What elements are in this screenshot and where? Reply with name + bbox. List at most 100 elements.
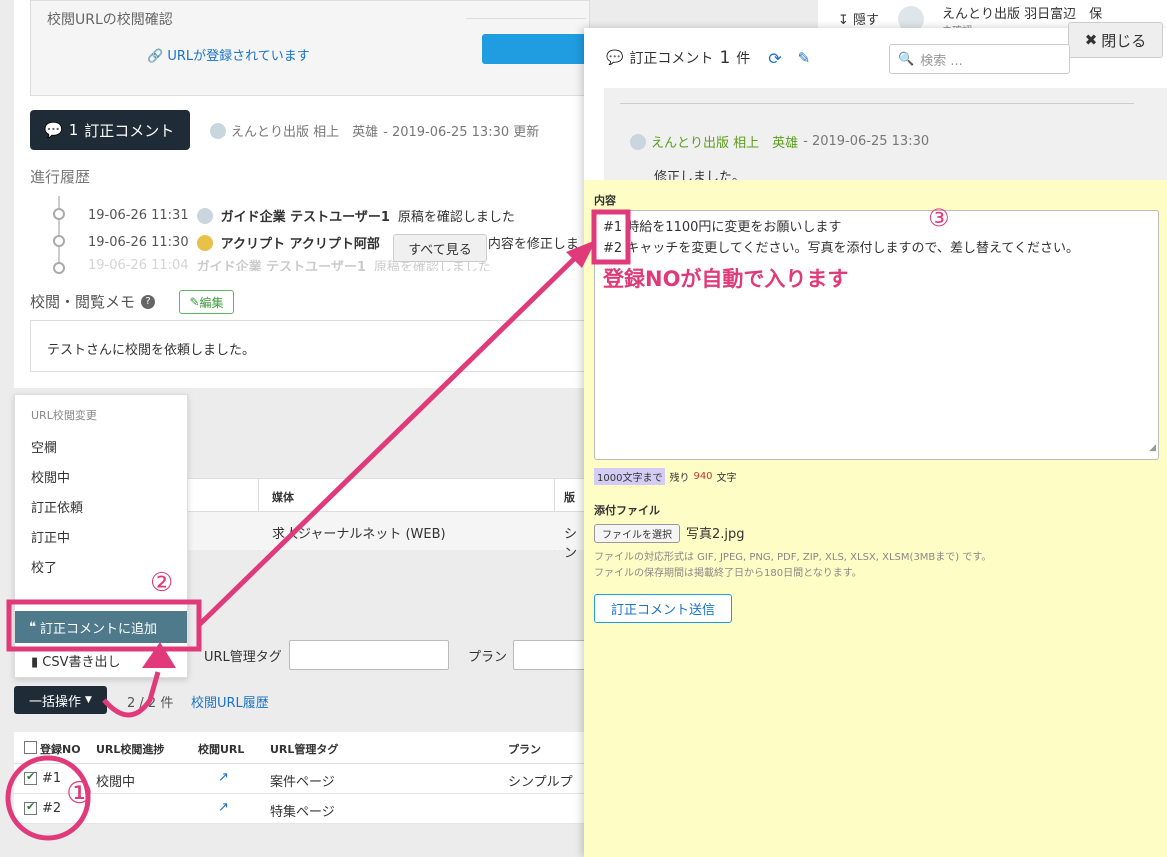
- drawer-count-unit: 件: [736, 51, 751, 67]
- timeline-dot: [53, 262, 65, 274]
- last-updated: えんとり出版 相上 英雄 - 2019-06-25 13:30 更新: [210, 121, 539, 140]
- menu-item-blank[interactable]: 空欄: [31, 437, 57, 456]
- file-name: 写真2.jpg: [686, 527, 745, 542]
- thread-divider: [620, 103, 1134, 104]
- memo-title-text: 校閲・閲覧メモ: [30, 293, 136, 311]
- search-icon: 🔍: [898, 51, 915, 67]
- menu-item-correction-request[interactable]: 訂正依頼: [31, 497, 83, 516]
- pencil-icon[interactable]: ✎: [798, 49, 811, 67]
- remaining-count: 940: [693, 471, 713, 482]
- column-header-tag: URL管理タグ: [270, 743, 339, 756]
- column-header-media: 媒体: [272, 491, 294, 504]
- timeline-dot: [53, 235, 65, 247]
- history-title: 進行履歴: [30, 168, 91, 186]
- updated-text: - 2019-06-25 13:30 更新: [383, 125, 540, 140]
- char-counter: 1000文字まで 残り 940 文字: [594, 468, 737, 485]
- file-format-note: ファイルの対応形式は GIF, JPEG, PNG, PDF, ZIP, XLS…: [594, 552, 992, 563]
- drawer-title: 💬 訂正コメント 1 件 ⟳ ✎: [606, 48, 810, 68]
- timeline-dot: [53, 208, 65, 220]
- row-checkbox[interactable]: [24, 770, 37, 785]
- help-icon[interactable]: ?: [141, 294, 156, 309]
- history-date: 19-06-26 11:30: [88, 235, 189, 250]
- row-tag: 特集ページ: [270, 805, 335, 820]
- history-user: ガイド企業 テストユーザー1: [220, 210, 390, 225]
- table-row: #1 校閲中 ↗ 案件ページ シンプルプラ: [14, 764, 584, 809]
- select-all-checkbox[interactable]: [24, 741, 37, 754]
- avatar-icon: [196, 234, 213, 251]
- external-link-icon[interactable]: ↗: [218, 800, 229, 815]
- hide-button[interactable]: ↧ 隠す: [838, 9, 879, 28]
- tag-filter-input[interactable]: [289, 640, 449, 670]
- menu-item-complete[interactable]: 校了: [31, 557, 57, 576]
- comment-content-textarea[interactable]: #1 時給を1100円に変更をお願いします #2 キャッチを変更してください。写…: [594, 210, 1159, 460]
- avatar-icon: [196, 207, 213, 224]
- comment-count: 1: [68, 121, 79, 139]
- resize-handle[interactable]: ◢: [1149, 438, 1156, 459]
- bulk-action-button[interactable]: 一括操作 ▼: [14, 686, 107, 714]
- caret-down-icon: ▼: [85, 695, 92, 705]
- comment-search-input[interactable]: 🔍 検索 ...: [889, 44, 1070, 74]
- csv-export-menu-item[interactable]: ▮ CSV書き出し: [31, 651, 121, 670]
- add-correction-comment-menu-item[interactable]: ❝ 訂正コメントに追加: [15, 611, 187, 643]
- send-comment-button[interactable]: 訂正コメント送信: [594, 594, 732, 623]
- memo-title: 校閲・閲覧メモ ?: [30, 291, 156, 312]
- speech-bubble-icon: 💬: [44, 121, 63, 139]
- memo-text: テストさんに校閲を依頼しました。: [30, 320, 590, 372]
- content-line: #1 時給を1100円に変更をお願いします: [603, 220, 842, 235]
- drawer-title-text: 訂正コメント: [629, 51, 714, 67]
- quote-icon: ❝: [29, 619, 36, 635]
- comment-text: 修正しました。: [654, 170, 746, 180]
- row-no: #1: [42, 771, 62, 786]
- close-label: 閉じる: [1101, 31, 1147, 50]
- history-date: 19-06-26 11:04: [88, 259, 189, 271]
- close-button[interactable]: ✖ 閉じる: [1068, 22, 1163, 58]
- divider-line: [466, 18, 586, 19]
- add-comment-label: 訂正コメントに追加: [40, 621, 158, 637]
- hide-label: 隠す: [853, 13, 880, 28]
- comment-meta: えんとり出版 相上 英雄 - 2019-06-25 13:30: [630, 132, 929, 151]
- annotation-number-1: ①: [66, 776, 93, 811]
- media-cell: 求人ジャーナルネット (WEB): [272, 527, 446, 542]
- annotation-text: 登録NOが自動で入ります: [603, 267, 849, 291]
- bulk-action-label: 一括操作: [29, 694, 82, 710]
- bulk-action-menu: URL校閲変更 空欄 校閲中 訂正依頼 訂正中 校了 ❝ 訂正コメントに追加 ▮ …: [14, 394, 188, 678]
- history-action: 原稿を確認しました: [397, 210, 515, 225]
- row-progress: 校閲中: [96, 775, 136, 790]
- top-user-name: えんとり出版 羽日富辺 保: [942, 7, 1103, 22]
- url-status-text: URLが登録されています: [167, 49, 310, 64]
- plan-filter-label: プラン: [468, 650, 508, 665]
- file-retention-note: ファイルの保存期間は掲載終了日から180日間となります。: [594, 568, 862, 579]
- pencil-icon: ✎: [189, 295, 200, 309]
- url-table-header: 登録NO URL校閲進捗 校閲URL URL管理タグ プラン: [14, 732, 584, 764]
- annotation-number-2: ②: [150, 568, 174, 598]
- plan-filter-input[interactable]: [513, 640, 593, 670]
- url-history-link[interactable]: 校閲URL履歴: [191, 692, 269, 711]
- result-count: 2 / 2 件: [127, 696, 174, 711]
- column-header-progress: URL校閲進捗: [96, 743, 165, 756]
- row-checkbox[interactable]: [24, 800, 37, 815]
- refresh-icon[interactable]: ⟳: [768, 49, 781, 68]
- memo-edit-button[interactable]: ✎ 編集: [179, 290, 234, 314]
- drawer-count: 1: [719, 48, 731, 68]
- updated-author: えんとり出版 相上 英雄: [231, 125, 379, 140]
- media-table-row: 求人ジャーナルネット (WEB) シン: [188, 512, 588, 561]
- correction-comment-button[interactable]: 💬 1 訂正コメント: [30, 110, 190, 150]
- comment-button-label: 訂正コメント: [84, 121, 175, 140]
- history-user: アクリプト アクリプト阿部: [220, 237, 380, 252]
- menu-item-correcting[interactable]: 訂正中: [31, 527, 70, 546]
- row-tag: 案件ページ: [270, 775, 335, 790]
- column-header-no: 登録NO: [40, 743, 81, 756]
- external-link-icon[interactable]: ↗: [218, 770, 229, 785]
- choose-file-button[interactable]: ファイルを選択: [594, 524, 680, 543]
- menu-header: URL校閲変更: [31, 409, 97, 422]
- primary-action-button[interactable]: [482, 34, 592, 64]
- speech-bubble-icon: 💬: [606, 50, 624, 66]
- content-label: 内容: [594, 194, 616, 207]
- csv-label: CSV書き出し: [42, 655, 121, 670]
- table-row: #2 ↗ 特集ページ: [14, 794, 584, 824]
- menu-item-reviewing[interactable]: 校閲中: [31, 467, 70, 486]
- see-all-button[interactable]: すべて見る: [393, 234, 487, 262]
- remaining-label: 残り: [669, 473, 690, 484]
- column-header-edition: 版: [564, 491, 575, 504]
- url-status-link[interactable]: 🔗 URLが登録されています: [147, 45, 310, 64]
